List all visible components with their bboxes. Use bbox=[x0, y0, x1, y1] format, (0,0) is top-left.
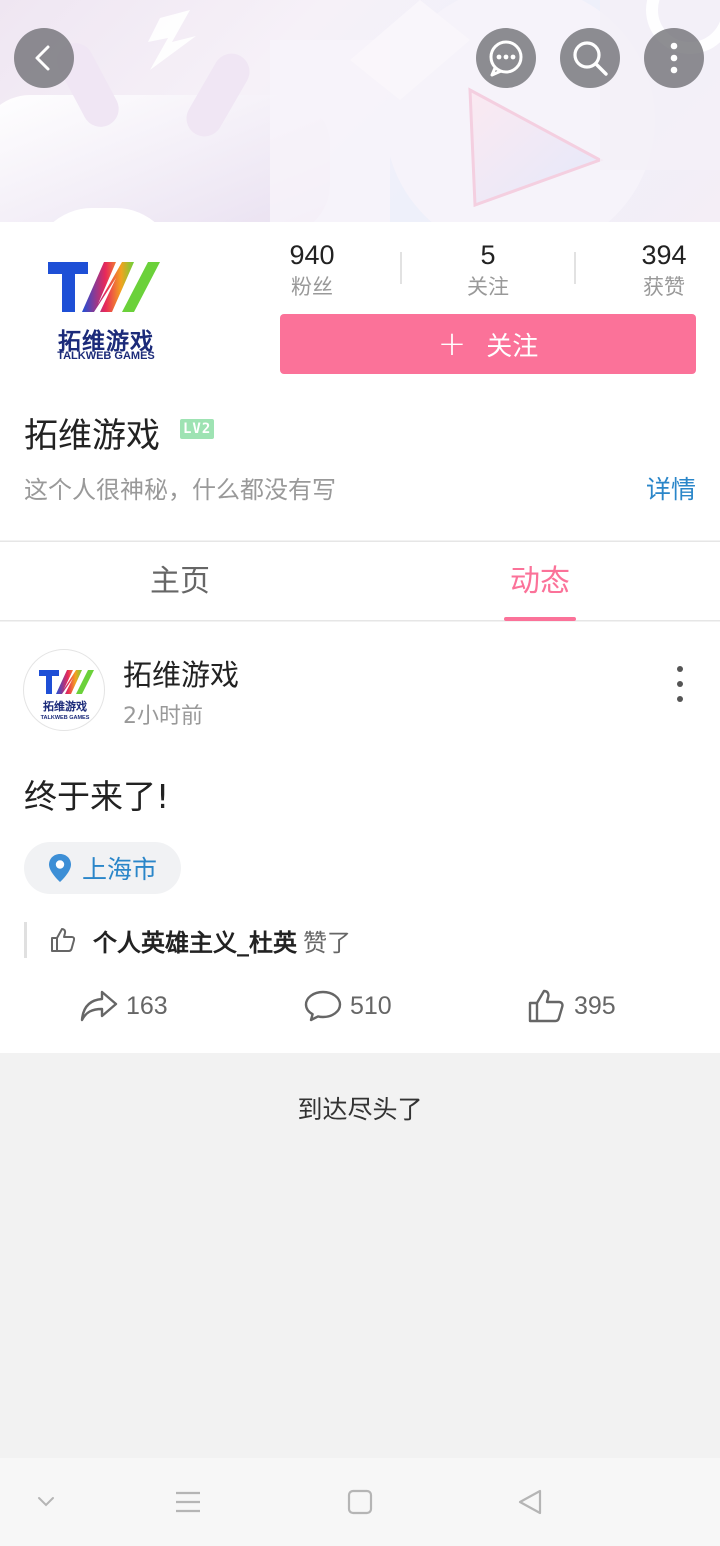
nav-back-button[interactable] bbox=[510, 1482, 550, 1522]
search-button[interactable] bbox=[560, 28, 620, 88]
location-label: 上海市 bbox=[82, 855, 158, 884]
detail-link[interactable]: 详情 bbox=[646, 470, 696, 506]
stat-following[interactable]: 5 关注 bbox=[458, 240, 518, 302]
more-vertical-icon bbox=[670, 42, 678, 74]
menu-icon bbox=[176, 1491, 200, 1513]
thumbs-up-icon bbox=[528, 989, 564, 1023]
post-avatar[interactable]: 拓维游戏 TALKWEB GAMES bbox=[23, 649, 105, 731]
post-more-button[interactable] bbox=[668, 666, 692, 702]
svg-text:TALKWEB GAMES: TALKWEB GAMES bbox=[41, 715, 90, 721]
profile-avatar[interactable]: 拓维游戏 TALKWEB GAMES bbox=[26, 228, 186, 378]
back-button[interactable] bbox=[14, 28, 74, 88]
stat-value: 5 bbox=[480, 240, 496, 270]
stat-value: 394 bbox=[641, 240, 687, 270]
post-time: 2小时前 bbox=[123, 704, 203, 729]
stat-fans[interactable]: 940 粉丝 bbox=[282, 240, 342, 302]
level-badge: LV2 bbox=[180, 419, 215, 439]
liked-by-user[interactable]: 个人英雄主义_杜英 bbox=[93, 923, 297, 958]
search-icon bbox=[573, 41, 608, 76]
plus-icon: + bbox=[437, 324, 467, 364]
share-button[interactable]: 163 bbox=[80, 984, 168, 1028]
like-count: 395 bbox=[574, 991, 616, 1020]
message-button[interactable] bbox=[476, 28, 536, 88]
thumbs-up-outline-icon bbox=[51, 928, 76, 952]
comment-count: 510 bbox=[350, 991, 392, 1020]
square-home-icon bbox=[347, 1489, 373, 1515]
dot-icon bbox=[677, 696, 683, 702]
dot-icon bbox=[677, 681, 683, 687]
svg-text:拓维游戏: 拓维游戏 bbox=[43, 699, 87, 713]
profile-tabs: 主页 动态 bbox=[0, 541, 720, 621]
follow-button[interactable]: + 关注 bbox=[280, 314, 696, 374]
comment-button[interactable]: 510 bbox=[304, 984, 392, 1028]
profile-bio: 这个人很神秘，什么都没有写 bbox=[24, 476, 336, 504]
stat-divider bbox=[400, 252, 402, 284]
like-button[interactable]: 395 bbox=[528, 984, 616, 1028]
post-text: 终于来了! bbox=[24, 777, 170, 816]
tab-home[interactable]: 主页 bbox=[0, 542, 360, 622]
stat-label: 关注 bbox=[467, 275, 509, 299]
active-tab-indicator bbox=[504, 617, 576, 621]
end-of-list-text: 到达尽头了 bbox=[297, 1095, 423, 1124]
nav-menu-button[interactable] bbox=[168, 1482, 208, 1522]
chat-bubble-icon bbox=[489, 40, 523, 77]
chevron-left-icon bbox=[35, 45, 50, 71]
liked-by-row: 个人英雄主义_杜英 赞了 bbox=[24, 922, 351, 958]
location-pin-icon bbox=[49, 854, 71, 882]
stat-likes[interactable]: 394 获赞 bbox=[634, 240, 694, 302]
share-count: 163 bbox=[126, 991, 168, 1020]
profile-name: 拓维游戏 bbox=[24, 416, 160, 456]
stat-label: 获赞 bbox=[643, 275, 685, 299]
triangle-back-icon bbox=[518, 1489, 542, 1515]
stat-label: 粉丝 bbox=[291, 275, 333, 299]
location-chip[interactable]: 上海市 bbox=[24, 842, 182, 894]
more-button[interactable] bbox=[644, 28, 704, 88]
dot-icon bbox=[677, 666, 683, 672]
post-card[interactable]: 拓维游戏 TALKWEB GAMES 拓维游戏 2小时前 终于来了! 上海市 个… bbox=[0, 622, 720, 1053]
liked-by-suffix: 赞了 bbox=[303, 928, 351, 957]
profile-banner bbox=[0, 0, 720, 222]
logo-text-en: TALKWEB GAMES bbox=[57, 350, 155, 362]
chevron-down-icon bbox=[38, 1497, 54, 1507]
profile-header: 拓维游戏 TALKWEB GAMES 940 粉丝 5 关注 394 获赞 + … bbox=[0, 208, 720, 540]
post-author[interactable]: 拓维游戏 bbox=[123, 652, 239, 694]
stat-divider bbox=[574, 252, 576, 284]
follow-label: 关注 bbox=[486, 331, 539, 362]
comment-icon bbox=[304, 990, 342, 1022]
system-navigation-bar bbox=[0, 1458, 720, 1546]
stat-value: 940 bbox=[289, 240, 335, 270]
nav-home-button[interactable] bbox=[340, 1482, 380, 1522]
banner-illustration bbox=[0, 0, 720, 222]
talkweb-logo-small: 拓维游戏 TALKWEB GAMES bbox=[39, 670, 94, 721]
share-icon bbox=[80, 990, 118, 1022]
nav-collapse-button[interactable] bbox=[26, 1482, 66, 1522]
tab-dynamics[interactable]: 动态 bbox=[360, 542, 720, 622]
